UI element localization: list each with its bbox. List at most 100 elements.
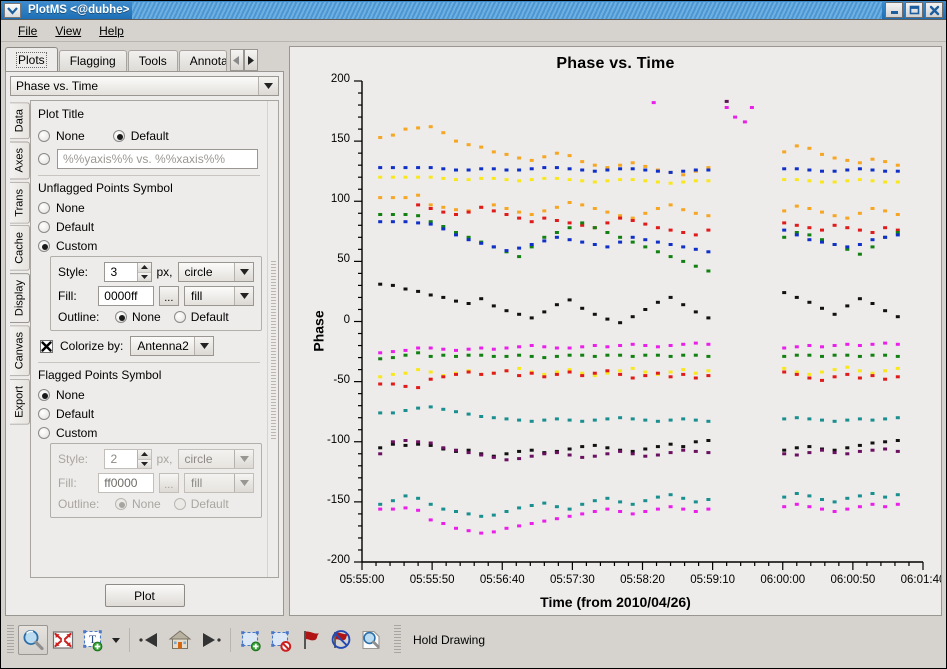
close-button[interactable] <box>925 2 943 18</box>
chevron-down-icon[interactable] <box>194 337 214 355</box>
y-tick-label: 200 <box>330 73 350 85</box>
unflagged-default-radio[interactable]: Default <box>38 218 262 235</box>
unflagged-shape-combo[interactable]: circle <box>177 262 254 282</box>
flagged-fill-picker-button[interactable]: ... <box>158 473 179 493</box>
annotate-dropdown-button[interactable] <box>108 625 124 655</box>
unflagged-outline-default-label: Default <box>190 310 229 324</box>
pan-tool-button[interactable] <box>48 625 78 655</box>
chevron-down-icon[interactable] <box>234 474 253 492</box>
flagged-style-spinner[interactable]: 2 <box>104 449 152 469</box>
unflagged-none-radio[interactable]: None <box>38 199 262 216</box>
y-tick-label: -100 <box>326 433 350 446</box>
sidebar-item-canvas[interactable]: Canvas <box>10 325 30 377</box>
spinner-up-icon[interactable] <box>137 263 151 273</box>
magnifier-page-icon <box>362 630 380 650</box>
tab-tools[interactable]: Tools <box>127 50 178 71</box>
radio-icon <box>38 201 50 214</box>
sidebar-item-display[interactable]: Display <box>10 273 30 324</box>
tab-flagging[interactable]: Flagging <box>58 50 127 71</box>
menu-file[interactable]: File <box>9 22 46 40</box>
scrollbar-grip[interactable] <box>270 261 276 441</box>
sidebar-item-export[interactable]: Export <box>10 378 30 425</box>
maximize-button[interactable] <box>905 2 923 18</box>
colorize-combo[interactable]: Antenna2 <box>130 336 215 356</box>
sidebar-item-data[interactable]: Data <box>10 102 30 140</box>
plot-title-none-radio[interactable]: None <box>38 127 85 144</box>
back-button[interactable] <box>135 625 165 655</box>
unflagged-fill-value: 0000ff <box>104 289 138 303</box>
menu-help[interactable]: Help <box>90 22 133 40</box>
tab-plots[interactable]: Plots <box>5 47 58 71</box>
zoom-tool-button[interactable] <box>18 625 48 655</box>
plot-title-default-radio[interactable]: Default <box>112 127 169 144</box>
minimize-button[interactable] <box>885 2 903 18</box>
unflagged-outline-none-radio[interactable] <box>115 311 127 323</box>
flag-button[interactable] <box>296 625 326 655</box>
flagged-outline-none-radio[interactable] <box>115 498 127 510</box>
unflagged-fillmode-combo[interactable]: fill <box>184 286 254 306</box>
unflagged-custom-radio[interactable]: Custom <box>38 237 262 254</box>
chevron-down-icon[interactable] <box>258 77 278 95</box>
chevron-down-icon[interactable] <box>234 450 253 468</box>
unflag-button[interactable] <box>326 625 356 655</box>
unflagged-fill-picker-button[interactable]: ... <box>158 286 179 306</box>
main-content: Plots Flagging Tools Annotator Phase vs. <box>1 42 946 616</box>
menu-file-label: File <box>18 23 38 38</box>
flagged-outline-default-radio[interactable] <box>173 498 186 510</box>
tab-annotator[interactable]: Annotator <box>178 50 227 71</box>
unflagged-outline-default-radio[interactable] <box>173 311 186 323</box>
spinner-down-icon[interactable] <box>137 272 151 281</box>
sidebar-item-cache[interactable]: Cache <box>10 225 30 272</box>
plot-button-label: Plot <box>134 588 155 603</box>
flagged-px-label: px, <box>156 452 173 466</box>
status-drag-handle[interactable] <box>394 625 401 655</box>
sidebar-item-trans[interactable]: Trans <box>10 181 30 224</box>
forward-button[interactable] <box>195 625 225 655</box>
flagged-fill-input[interactable]: ff0000 <box>98 473 154 493</box>
display-scroll-pane: Plot Title None Default %%yaxis%% vs. %%… <box>30 100 279 578</box>
plot-selector-combo[interactable]: Phase vs. Time <box>10 76 279 96</box>
y-tick-label: 100 <box>330 193 350 206</box>
unflagged-fill-input[interactable]: 0000ff <box>98 286 154 306</box>
sidebar-item-axes[interactable]: Axes <box>10 141 30 180</box>
menu-view[interactable]: View <box>46 22 90 40</box>
display-vertical-scrollbar[interactable] <box>267 101 278 577</box>
window-title: PlotMS <@dubhe> <box>28 4 130 16</box>
flagged-default-radio[interactable]: Default <box>38 405 262 422</box>
colorize-checkbox[interactable] <box>40 339 53 353</box>
chevron-down-icon[interactable] <box>234 287 253 305</box>
annotate-text-button[interactable]: T <box>78 625 108 655</box>
plot-title-custom-radio[interactable] <box>38 153 50 165</box>
unflagged-style-spinner[interactable]: 3 <box>104 262 152 282</box>
flagged-default-label: Default <box>56 406 95 421</box>
flagged-shape-combo[interactable]: circle <box>177 449 254 469</box>
home-button[interactable] <box>165 625 195 655</box>
tab-tools-label: Tools <box>138 54 167 68</box>
flagged-header: Flagged Points Symbol <box>38 368 162 382</box>
x-tick-label: 06:00:00 <box>760 574 806 586</box>
scatter-plot-canvas[interactable] <box>290 47 941 615</box>
colorize-row: Colorize by: Antenna2 <box>40 336 262 356</box>
flagged-style-label: Style: <box>58 452 89 466</box>
toolbar-drag-handle[interactable] <box>7 625 14 655</box>
unflagged-style-value: 3 <box>110 265 118 279</box>
chevron-down-icon[interactable] <box>234 263 253 281</box>
deselect-region-button[interactable] <box>266 625 296 655</box>
locate-button[interactable] <box>356 625 386 655</box>
window-menu-button[interactable] <box>4 2 21 18</box>
spinner-down-icon[interactable] <box>137 459 151 468</box>
tab-scroll-right-button[interactable] <box>243 49 258 71</box>
flagged-custom-radio[interactable]: Custom <box>38 424 262 441</box>
flag-icon <box>304 631 319 649</box>
sidebar-item-cache-label: Cache <box>13 232 26 265</box>
plot-title-custom-input[interactable]: %%yaxis%% vs. %%xaxis%% <box>57 149 258 169</box>
unflagged-style-label: Style: <box>58 265 89 279</box>
flagged-none-radio[interactable]: None <box>38 386 262 403</box>
flagged-fillmode-combo[interactable]: fill <box>184 473 254 493</box>
tab-scroll-left-button[interactable] <box>229 49 244 71</box>
plot-button[interactable]: Plot <box>104 584 185 607</box>
unflagged-fill-label: Fill: <box>58 289 77 303</box>
plot-frame[interactable]: Phase vs. Time Phase Time (from 2010/04/… <box>289 46 942 616</box>
spinner-up-icon[interactable] <box>137 450 151 460</box>
select-region-button[interactable] <box>236 625 266 655</box>
